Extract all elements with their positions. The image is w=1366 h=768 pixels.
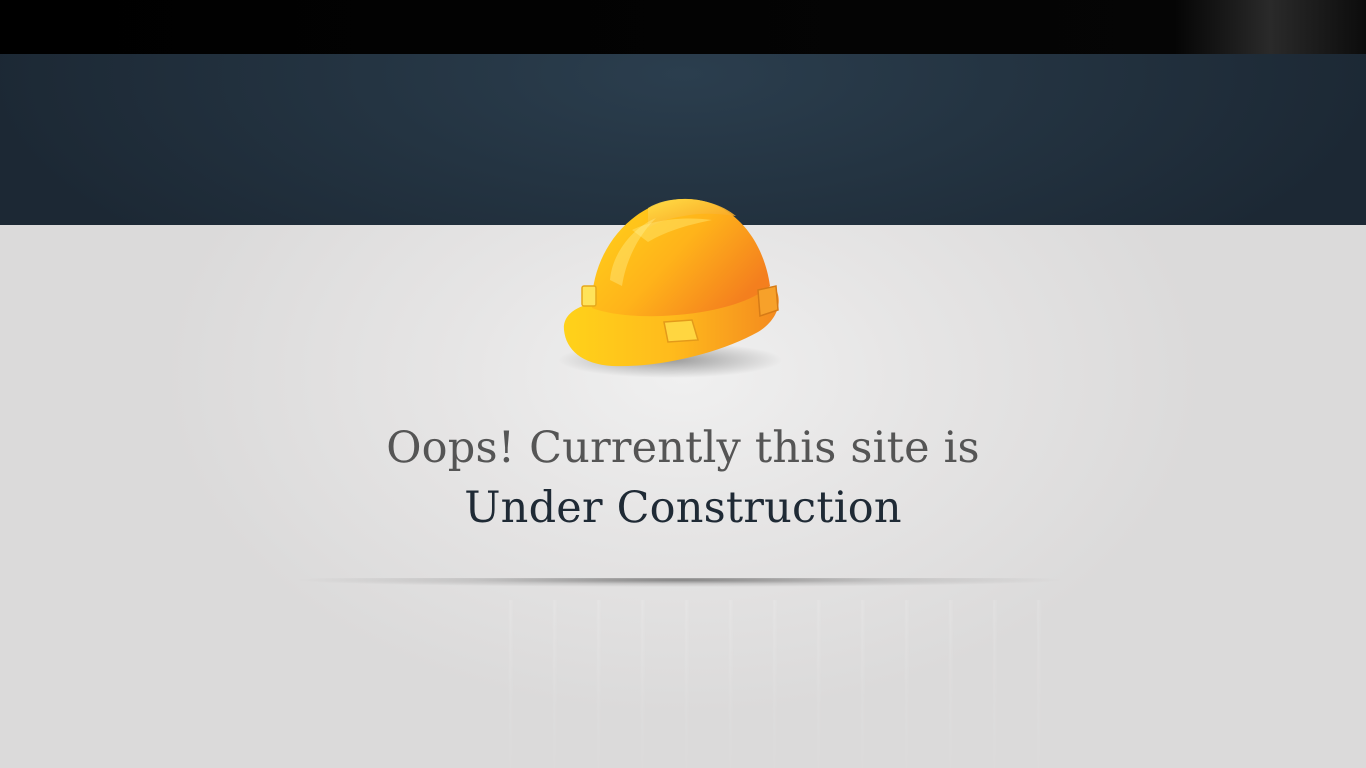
hard-hat-icon	[552, 190, 788, 380]
message-line-1: Oops! Currently this site is	[386, 423, 980, 473]
background-texture	[470, 600, 1070, 768]
construction-message: Oops! Currently this site is Under Const…	[0, 418, 1366, 538]
top-bar	[0, 0, 1366, 54]
message-line-2: Under Construction	[464, 483, 902, 533]
shadow-divider	[295, 578, 1065, 592]
